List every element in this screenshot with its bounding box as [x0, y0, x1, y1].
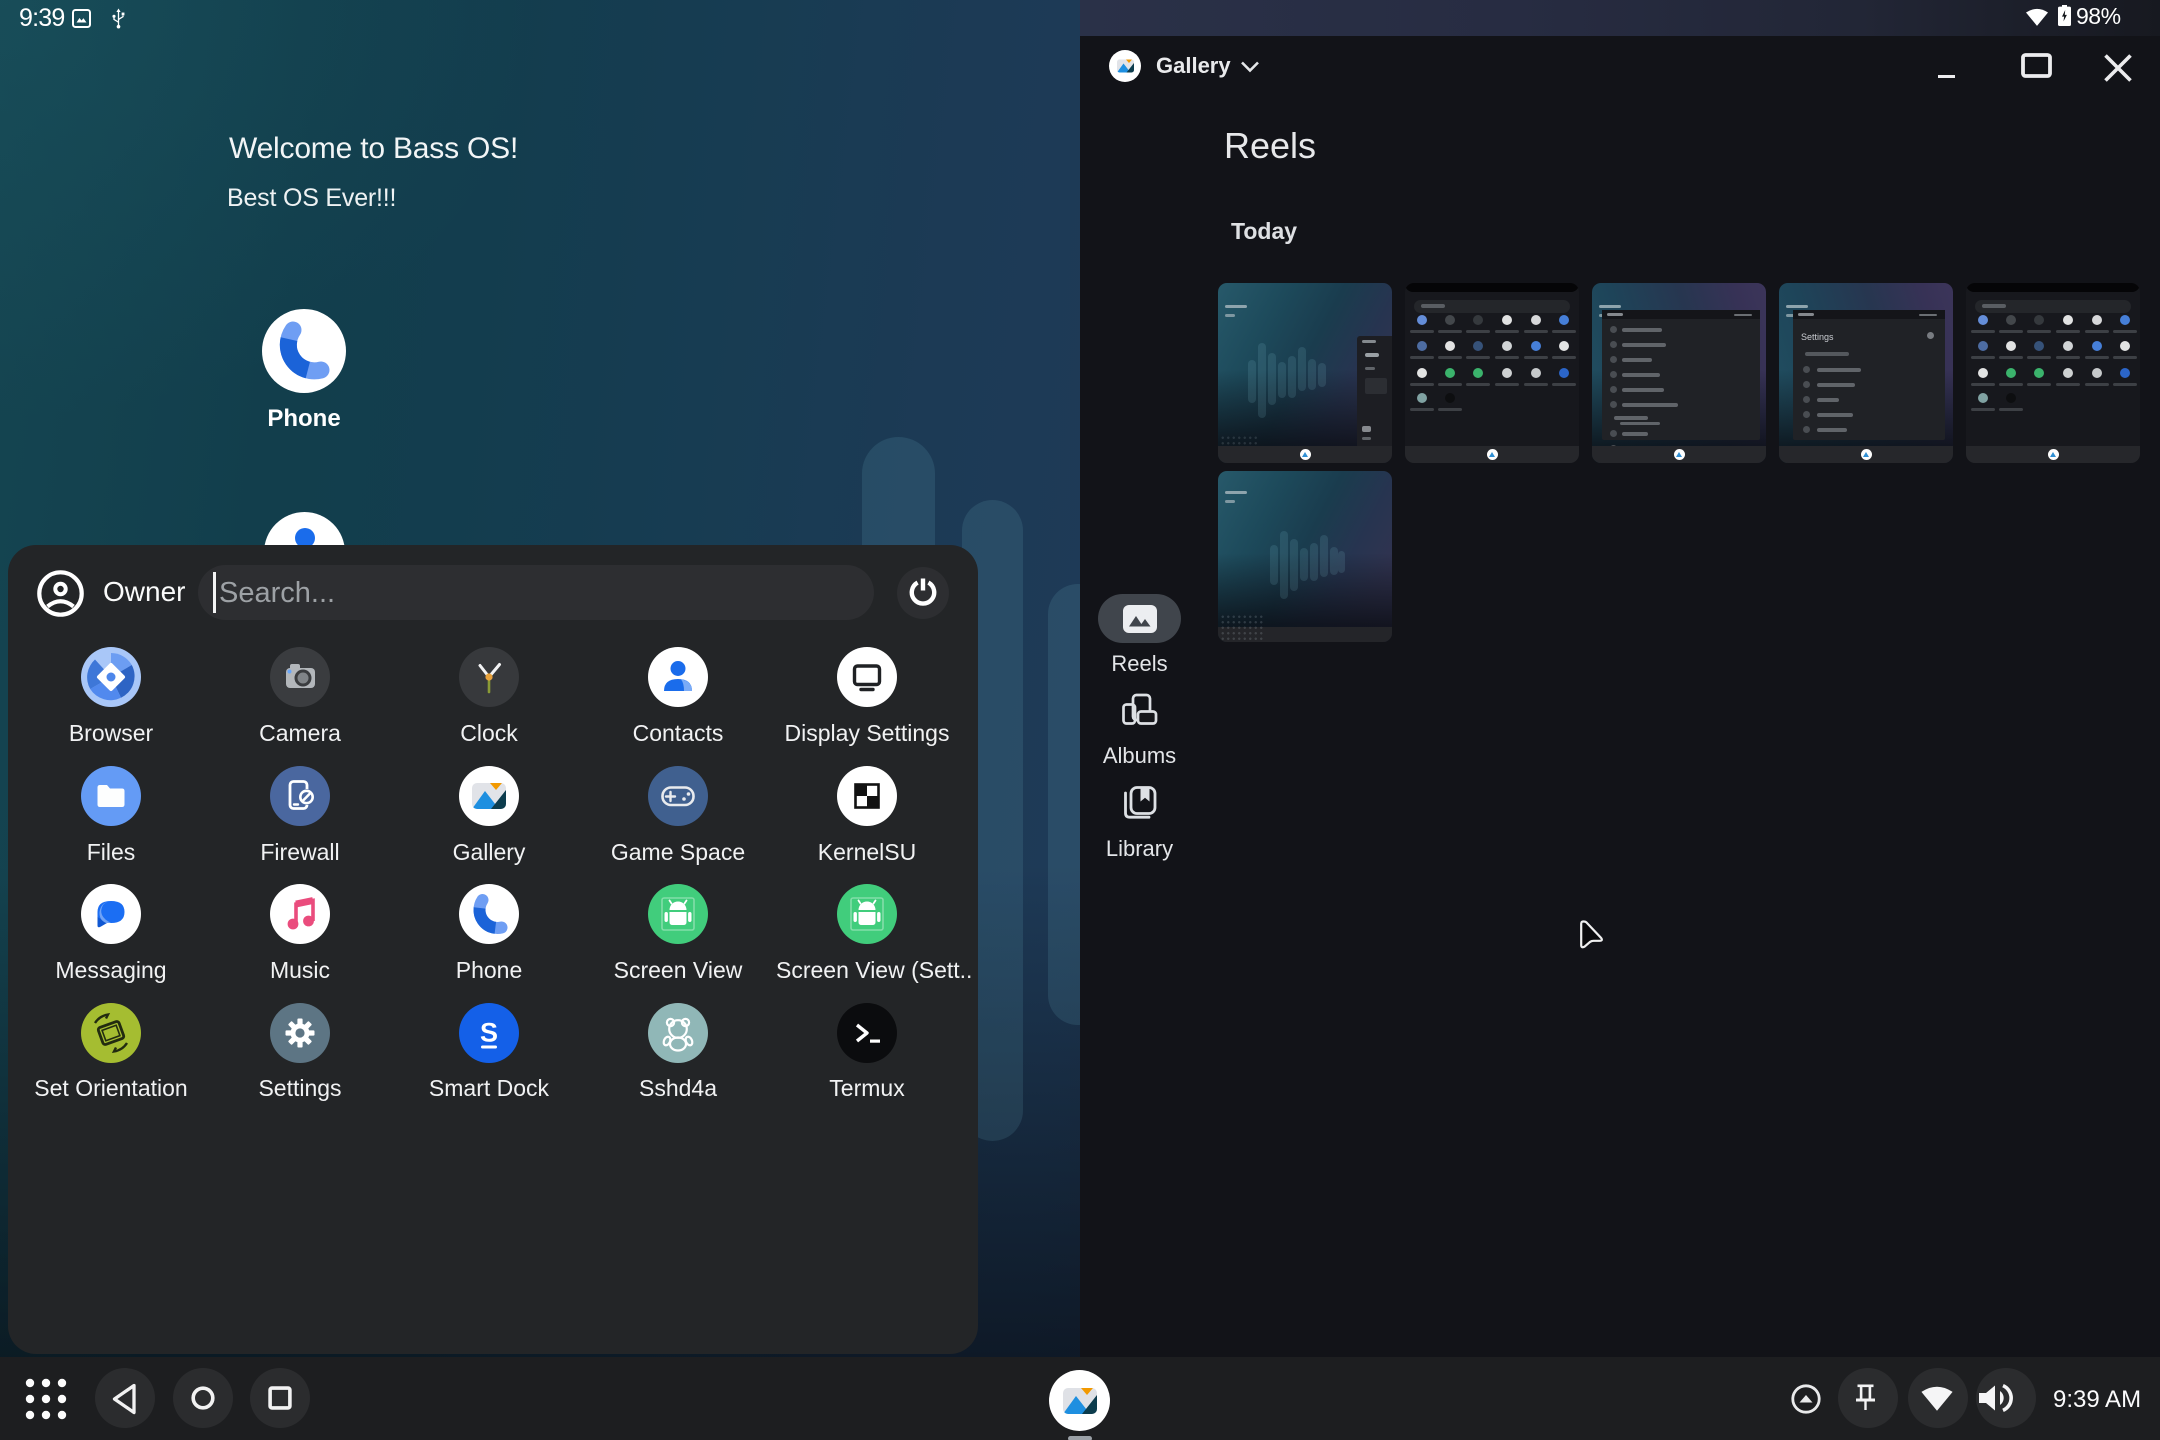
svg-text:S: S [480, 1017, 498, 1047]
